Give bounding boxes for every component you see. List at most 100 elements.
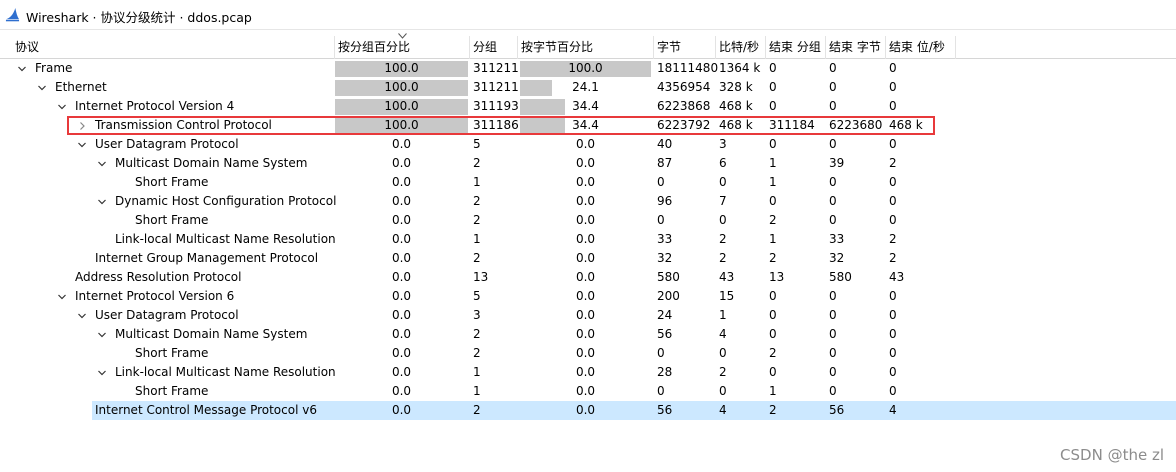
percent-packets-value: 0.0 (391, 289, 412, 303)
expand-chevron-down-icon[interactable] (17, 64, 27, 74)
tree-row[interactable]: Internet Protocol Version 6 0.0 5 0.0 200 15 0… (0, 287, 1176, 306)
end-packets-value: 1 (769, 175, 777, 189)
end-bits-per-second-value: 43 (889, 270, 905, 284)
end-bits-per-second-value: 0 (889, 308, 897, 322)
column-header-protocol[interactable]: 协议 (12, 36, 335, 59)
end-packets-value: 0 (769, 61, 777, 75)
tree-row[interactable]: User Datagram Protocol 0.0 3 0.0 24 1 0 0 0 (0, 306, 1176, 325)
protocol-name: User Datagram Protocol (95, 308, 239, 322)
bits-per-second-value: 4 (719, 403, 727, 417)
expand-chevron-down-icon[interactable] (57, 102, 67, 112)
bytes-value: 200 (657, 289, 680, 303)
end-packets-value: 2 (769, 403, 777, 417)
tree-row[interactable]: Ethernet 100.0 311211 24.1 4356954 328 k 0 0 0 (0, 78, 1176, 97)
percent-bytes-value: 0.0 (575, 384, 596, 398)
packets-value: 1 (473, 175, 481, 189)
tree-row[interactable]: Short Frame 0.0 2 0.0 0 0 2 0 0 (0, 344, 1176, 363)
column-header-percent-bytes[interactable]: 按字节百分比 (518, 36, 654, 59)
packets-value: 2 (473, 346, 481, 360)
bytes-value: 56 (657, 327, 673, 341)
packets-value: 2 (473, 194, 481, 208)
column-header-percent-packets[interactable]: 按分组百分比 (335, 36, 470, 59)
protocol-name: Internet Group Management Protocol (95, 251, 319, 265)
tree-row[interactable]: Internet Control Message Protocol v6 0.0 2… (0, 401, 1176, 420)
percent-bytes-value: 0.0 (575, 270, 596, 284)
expand-chevron-down-icon[interactable] (97, 159, 107, 169)
bits-per-second-value: 2 (719, 365, 727, 379)
tree-row[interactable]: Address Resolution Protocol 0.0 13 0.0 580 43… (0, 268, 1176, 287)
expand-chevron-down-icon[interactable] (97, 197, 107, 207)
percent-packets-value: 0.0 (391, 232, 412, 246)
tree-row[interactable]: Dynamic Host Configuration Protocol 0.0 2 0… (0, 192, 1176, 211)
end-bits-per-second-value: 0 (889, 175, 897, 189)
column-header-packets[interactable]: 分组 (470, 36, 518, 59)
end-bytes-value: 0 (829, 213, 837, 227)
column-header-bits-per-second[interactable]: 比特/秒 (716, 36, 766, 59)
bits-per-second-value: 43 (719, 270, 735, 284)
end-packets-value: 13 (769, 270, 785, 284)
packets-value: 1 (473, 365, 481, 379)
protocol-hierarchy-tree[interactable]: 协议 按分组百分比 分组 按字节百分比 字节 比特/秒 结束 分组 结束 字节 … (0, 33, 1176, 472)
end-bits-per-second-value: 0 (889, 194, 897, 208)
tree-row[interactable]: Internet Group Management Protocol 0.0 2 0.… (0, 249, 1176, 268)
column-header-bytes[interactable]: 字节 (654, 36, 716, 59)
end-bits-per-second-value: 0 (889, 137, 897, 151)
annotation-highlight-box (67, 116, 935, 135)
tree-row[interactable]: Multicast Domain Name System 0.0 2 0.0 56 4 0 0… (0, 325, 1176, 344)
percent-bytes-value: 0.0 (575, 365, 596, 379)
percent-bytes-value: 0.0 (575, 346, 596, 360)
column-header-end-bytes[interactable]: 结束 字节 (826, 36, 886, 59)
end-bits-per-second-value: 0 (889, 80, 897, 94)
end-bits-per-second-value: 0 (889, 61, 897, 75)
percent-packets-value: 0.0 (391, 327, 412, 341)
bits-per-second-value: 7 (719, 194, 727, 208)
expand-chevron-down-icon[interactable] (97, 330, 107, 340)
tree-row[interactable]: Internet Protocol Version 4 100.0 311193 34… (0, 97, 1176, 116)
bits-per-second-value: 0 (719, 213, 727, 227)
bytes-value: 33 (657, 232, 673, 246)
protocol-name: Short Frame (135, 213, 209, 227)
expand-chevron-down-icon[interactable] (97, 368, 107, 378)
percent-bytes-value: 0.0 (575, 289, 596, 303)
expand-chevron-down-icon[interactable] (77, 311, 87, 321)
expand-chevron-down-icon[interactable] (37, 83, 47, 93)
end-bytes-value: 0 (829, 384, 837, 398)
percent-bytes-value: 0.0 (575, 327, 596, 341)
column-header-end-bits-per-second[interactable]: 结束 位/秒 (886, 36, 956, 59)
end-bytes-value: 0 (829, 308, 837, 322)
tree-row[interactable]: Link-local Multicast Name Resolution 0.0 1… (0, 363, 1176, 382)
percent-packets-value: 100.0 (384, 80, 419, 94)
tree-row[interactable]: Short Frame 0.0 1 0.0 0 0 1 0 0 (0, 382, 1176, 401)
expand-chevron-down-icon[interactable] (77, 140, 87, 150)
end-bytes-value: 0 (829, 137, 837, 151)
tree-row[interactable]: Short Frame 0.0 2 0.0 0 0 2 0 0 (0, 211, 1176, 230)
percent-packets-value: 0.0 (391, 194, 412, 208)
tree-row[interactable]: User Datagram Protocol 0.0 5 0.0 40 3 0 0 0 (0, 135, 1176, 154)
bytes-value: 0 (657, 213, 665, 227)
end-bytes-value: 32 (829, 251, 845, 265)
tree-row[interactable]: Link-local Multicast Name Resolution 0.0 1… (0, 230, 1176, 249)
tree-row[interactable]: Short Frame 0.0 1 0.0 0 0 1 0 0 (0, 173, 1176, 192)
bytes-value: 28 (657, 365, 673, 379)
end-packets-value: 2 (769, 346, 777, 360)
percent-packets-value: 0.0 (391, 346, 412, 360)
tree-row[interactable]: Multicast Domain Name System 0.0 2 0.0 87 6 1 3… (0, 154, 1176, 173)
end-packets-value: 0 (769, 327, 777, 341)
protocol-name: Internet Control Message Protocol v6 (95, 403, 317, 417)
bytes-value: 56 (657, 403, 673, 417)
end-bytes-value: 580 (829, 270, 852, 284)
bits-per-second-value: 1364 k (719, 61, 761, 75)
percent-bytes-value: 0.0 (575, 175, 596, 189)
bits-per-second-value: 2 (719, 232, 727, 246)
bits-per-second-value: 15 (719, 289, 735, 303)
end-bytes-value: 0 (829, 99, 837, 113)
bits-per-second-value: 0 (719, 346, 727, 360)
tree-row[interactable]: Frame 100.0 311211 100.0 18111480 1364 k 0 0 0 (0, 59, 1176, 78)
expand-chevron-down-icon[interactable] (57, 292, 67, 302)
column-header-end-packets[interactable]: 结束 分组 (766, 36, 826, 59)
end-bytes-value: 0 (829, 346, 837, 360)
end-bits-per-second-value: 4 (889, 403, 897, 417)
packets-value: 2 (473, 403, 481, 417)
end-packets-value: 0 (769, 365, 777, 379)
end-packets-value: 2 (769, 213, 777, 227)
